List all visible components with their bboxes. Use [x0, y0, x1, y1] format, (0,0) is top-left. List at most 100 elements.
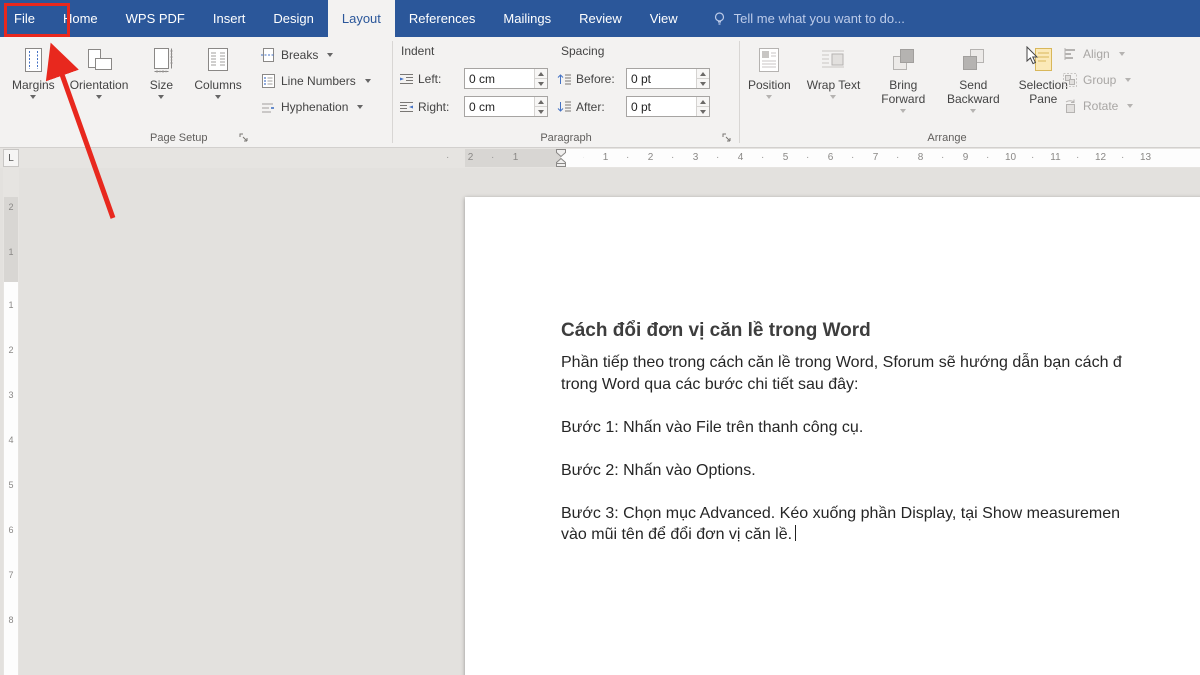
- spinner-up-button[interactable]: [535, 97, 547, 106]
- tell-me-label: Tell me what you want to do...: [734, 11, 905, 26]
- indent-left-label: Left:: [418, 72, 460, 86]
- ruler-number: 7: [3, 552, 19, 597]
- hyphenation-icon: [260, 99, 276, 115]
- margins-button[interactable]: Margins: [6, 40, 61, 130]
- spacing-before-input[interactable]: [626, 68, 710, 89]
- vertical-ruler[interactable]: 21 12345678: [3, 168, 19, 675]
- document-text-line[interactable]: trong Word qua các bước chi tiết sau đây…: [561, 374, 1200, 396]
- menu-tab[interactable]: Review: [565, 0, 636, 37]
- send-backward-button: Send Backward: [940, 40, 1006, 130]
- document-text-line[interactable]: Bước 2: Nhấn vào Options.: [561, 460, 1200, 482]
- document-text-line[interactable]: [561, 438, 1200, 460]
- ribbon: Margins Orientation Size: [0, 37, 1200, 148]
- menu-tab-label: Insert: [213, 11, 246, 26]
- ruler-number: 2: [3, 327, 19, 372]
- spinner-down-button[interactable]: [535, 106, 547, 116]
- chevron-down-icon: [357, 105, 363, 109]
- spinner-up-button[interactable]: [535, 69, 547, 78]
- indent-right-label: Right:: [418, 100, 460, 114]
- menu-tab[interactable]: File: [0, 0, 49, 37]
- indent-left-input[interactable]: [464, 68, 548, 89]
- size-button[interactable]: Size: [137, 40, 185, 130]
- chevron-down-icon: [327, 53, 333, 57]
- menu-tab-label: Design: [273, 11, 313, 26]
- indent-right-input[interactable]: [464, 96, 548, 117]
- hyphenation-label: Hyphenation: [281, 100, 348, 114]
- ruler-number: 8: [3, 597, 19, 642]
- document-text-line[interactable]: [561, 481, 1200, 503]
- arrange-group: Position Wrap Text Bring Forward: [740, 37, 1154, 147]
- document-text-line[interactable]: Bước 1: Nhấn vào File trên thanh công cụ…: [561, 417, 1200, 439]
- page-setup-dialog-launcher-icon[interactable]: [238, 132, 250, 144]
- bring-forward-button: Bring Forward: [870, 40, 936, 130]
- breaks-icon: [260, 47, 276, 63]
- spinner-up-button[interactable]: [697, 69, 709, 78]
- page-content: Cách đổi đơn vị căn lề trong Word Phần t…: [561, 318, 1200, 546]
- spinner-down-button[interactable]: [697, 106, 709, 116]
- size-label: Size: [150, 78, 173, 92]
- send-backward-label: Send Backward: [946, 78, 1000, 106]
- vruler-margin-numbers: 21: [3, 184, 19, 274]
- position-icon: [754, 44, 784, 76]
- document-text-line[interactable]: vào mũi tên để đổi đơn vị căn lề.: [561, 524, 1200, 546]
- ruler-number: 9: [943, 148, 988, 168]
- page-setup-group-label: Page Setup: [150, 132, 208, 144]
- chevron-down-icon: [365, 79, 371, 83]
- rotate-label: Rotate: [1083, 99, 1118, 113]
- spacing-after-icon: [557, 100, 572, 114]
- ruler-number: 2: [448, 148, 493, 168]
- menu-tab[interactable]: References: [395, 0, 489, 37]
- menu-tab[interactable]: Design: [259, 0, 327, 37]
- indent-markers[interactable]: [554, 148, 568, 168]
- indent-left-icon: [399, 72, 414, 86]
- orientation-button[interactable]: Orientation: [64, 40, 135, 130]
- margins-icon: [18, 44, 48, 76]
- document-text-line[interactable]: Phần tiếp theo trong cách căn lề trong W…: [561, 352, 1200, 374]
- align-icon: [1062, 46, 1078, 62]
- menu-tab-label: Review: [579, 11, 622, 26]
- spacing-after-input[interactable]: [626, 96, 710, 117]
- document-text-line[interactable]: [561, 395, 1200, 417]
- paragraph-group-label: Paragraph: [393, 132, 739, 144]
- menu-tab[interactable]: View: [636, 0, 692, 37]
- ruler-number: 11: [1033, 148, 1078, 168]
- document-page[interactable]: Cách đổi đơn vị căn lề trong Word Phần t…: [465, 197, 1200, 675]
- horizontal-ruler[interactable]: 21 12345678910111213: [0, 148, 1200, 168]
- spinner-up-button[interactable]: [697, 97, 709, 106]
- ruler-number: 1: [3, 229, 19, 274]
- menu-tab[interactable]: WPS PDF: [112, 0, 199, 37]
- spacing-before-label: Before:: [576, 72, 622, 86]
- indent-right-value[interactable]: [465, 97, 534, 116]
- menu-tab[interactable]: Layout: [328, 0, 395, 37]
- spacing-before-value[interactable]: [627, 69, 696, 88]
- menu-tab[interactable]: Insert: [199, 0, 260, 37]
- ruler-number: 6: [808, 148, 853, 168]
- tab-stop-selector[interactable]: L: [3, 149, 19, 167]
- menu-tab[interactable]: Home: [49, 0, 112, 37]
- tell-me-box[interactable]: Tell me what you want to do...: [712, 0, 905, 37]
- line-numbers-button[interactable]: Line Numbers: [256, 68, 375, 94]
- columns-button[interactable]: Columns: [188, 40, 247, 130]
- spacing-after-value[interactable]: [627, 97, 696, 116]
- columns-icon: [203, 44, 233, 76]
- breaks-button[interactable]: Breaks: [256, 42, 375, 68]
- menu-tab-label: References: [409, 11, 475, 26]
- bring-forward-label: Bring Forward: [876, 78, 930, 106]
- ruler-number: 4: [718, 148, 763, 168]
- chevron-down-icon: [30, 95, 36, 99]
- position-label: Position: [748, 78, 791, 92]
- document-text-line[interactable]: Bước 3: Chọn mục Advanced. Kéo xuống phầ…: [561, 503, 1200, 525]
- chevron-down-icon: [1125, 78, 1131, 82]
- hyphenation-button[interactable]: Hyphenation: [256, 94, 375, 120]
- ruler-number: 3: [3, 372, 19, 417]
- page-setup-group: Margins Orientation Size: [0, 37, 392, 147]
- document-heading[interactable]: Cách đổi đơn vị căn lề trong Word: [561, 318, 1200, 344]
- spinner-down-button[interactable]: [535, 78, 547, 88]
- menu-tab[interactable]: Mailings: [489, 0, 565, 37]
- paragraph-dialog-launcher-icon[interactable]: [721, 132, 733, 144]
- ruler-number: 7: [853, 148, 898, 168]
- spacing-before-icon: [557, 72, 572, 86]
- indent-left-value[interactable]: [465, 69, 534, 88]
- orientation-icon: [84, 44, 114, 76]
- spinner-down-button[interactable]: [697, 78, 709, 88]
